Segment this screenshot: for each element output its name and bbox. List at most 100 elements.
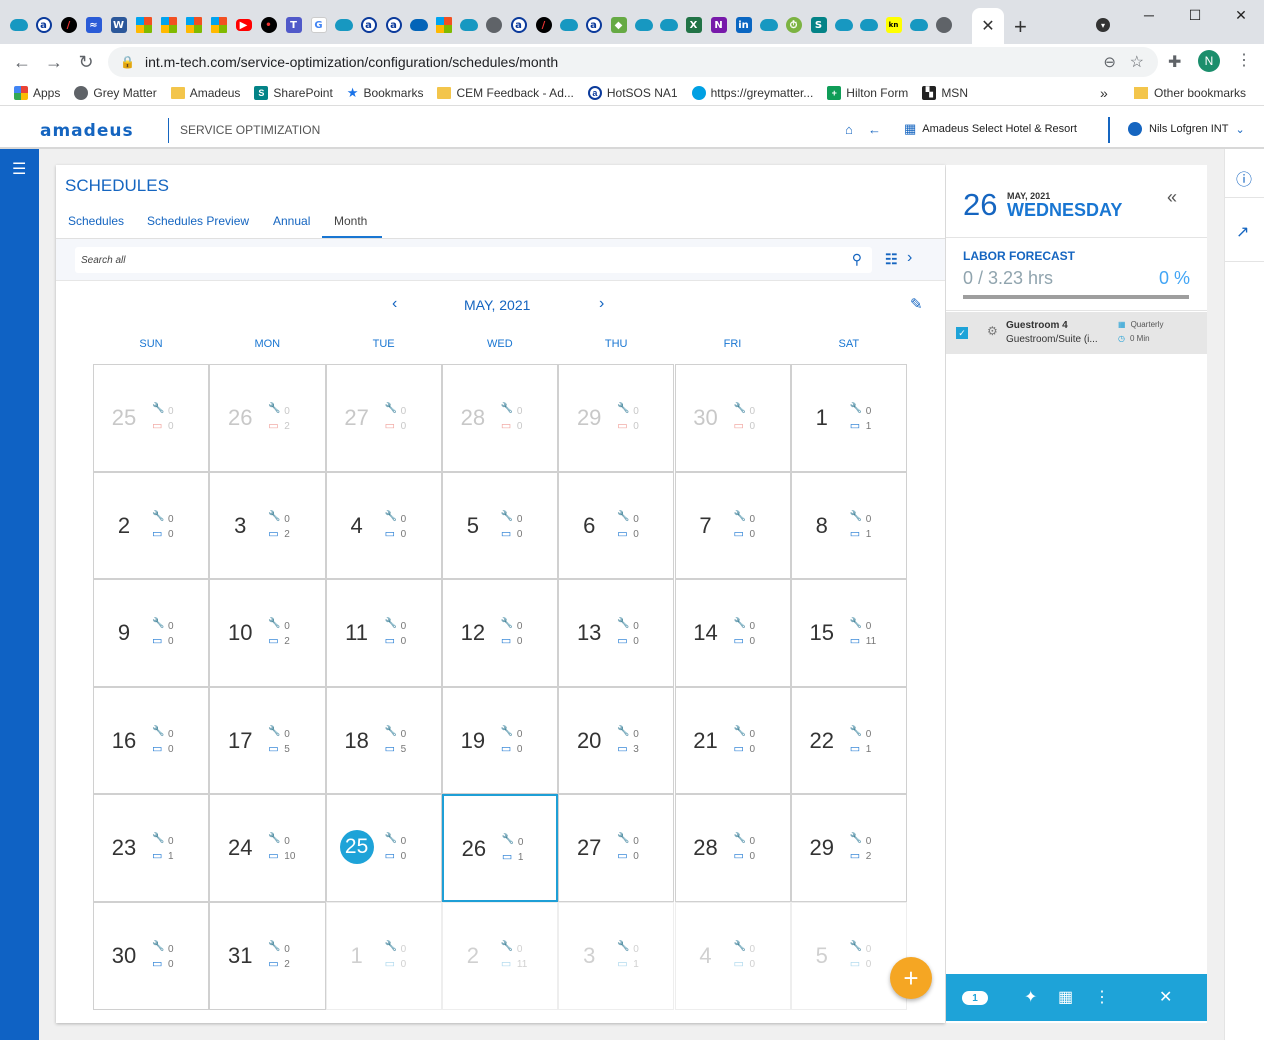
- minimize-button[interactable]: ─: [1126, 0, 1172, 30]
- chevron-right-icon[interactable]: ›: [907, 249, 912, 267]
- hotel-selector[interactable]: ▦ Amadeus Select Hotel & Resort: [904, 121, 1077, 137]
- calendar-day-cell[interactable]: 27 🔧 0 ▭ 0: [325, 364, 442, 472]
- calendar-day-cell[interactable]: 2 🔧 0 ▭ 0: [93, 471, 210, 580]
- calendar-day-cell[interactable]: 26 🔧 0 ▭ 2: [209, 364, 326, 472]
- tab-salesforce[interactable]: [631, 10, 656, 40]
- profile-avatar[interactable]: N: [1198, 50, 1220, 72]
- browser-menu-icon[interactable]: ⋮: [1236, 50, 1252, 70]
- calendar-day-cell[interactable]: 5 🔧 0 ▭ 0: [790, 902, 908, 1010]
- tab-salesforce[interactable]: [856, 10, 881, 40]
- tab-schedules-preview[interactable]: Schedules Preview: [147, 214, 249, 228]
- tab-salesforce[interactable]: [831, 10, 856, 40]
- bookmark-msn[interactable]: ▚ MSN: [922, 85, 968, 100]
- tab-microsoft[interactable]: [131, 10, 156, 40]
- calendar-day-cell[interactable]: 5 🔧 0 ▭ 0: [441, 471, 559, 580]
- tab-word[interactable]: W: [106, 10, 131, 40]
- close-icon[interactable]: ✕: [1159, 987, 1172, 1007]
- tab-salesforce[interactable]: [656, 10, 681, 40]
- calendar-day-cell[interactable]: 22 🔧 0 ▭ 1: [790, 686, 908, 795]
- tab-linkedin[interactable]: in: [731, 10, 756, 40]
- back-arrow-icon[interactable]: ←: [868, 122, 881, 137]
- tab-microsoft[interactable]: [181, 10, 206, 40]
- tab-month[interactable]: Month: [334, 214, 367, 228]
- tab-onenote[interactable]: N: [706, 10, 731, 40]
- tab-microsoft[interactable]: [156, 10, 181, 40]
- user-menu[interactable]: Nils Lofgren INT ⌄: [1128, 122, 1245, 136]
- chart-trend-icon[interactable]: ↗: [1236, 222, 1249, 242]
- collapse-panel-icon[interactable]: «: [1167, 187, 1177, 208]
- back-button[interactable]: ←: [6, 52, 38, 73]
- calendar-day-cell[interactable]: 9 🔧 0 ▭ 0: [93, 579, 210, 687]
- calendar-day-cell[interactable]: 11 🔧 0 ▭ 0: [325, 579, 442, 687]
- magic-wand-icon[interactable]: ✦: [1024, 987, 1037, 1007]
- tab-app[interactable]: •: [256, 10, 281, 40]
- calendar-day-cell[interactable]: 8 🔧 0 ▭ 1: [790, 471, 908, 580]
- previous-month-button[interactable]: ‹: [392, 295, 397, 313]
- search-icon[interactable]: ⚲: [852, 251, 862, 268]
- calendar-day-cell[interactable]: 29 🔧 0 ▭ 0: [558, 364, 675, 472]
- tab-onedrive[interactable]: [406, 10, 431, 40]
- calendar-day-cell[interactable]: 15 🔧 0 ▭ 11: [790, 579, 908, 687]
- calendar-day-cell[interactable]: 26 🔧 0 ▭ 1: [441, 794, 559, 902]
- tab-teams[interactable]: T: [281, 10, 306, 40]
- edit-pencil-icon[interactable]: ✎: [910, 295, 923, 313]
- tab-amadeus[interactable]: a: [506, 10, 531, 40]
- calendar-day-cell[interactable]: 17 🔧 0 ▭ 5: [209, 686, 326, 795]
- close-window-button[interactable]: ✕: [1218, 0, 1264, 30]
- calendar-day-cell[interactable]: 3 🔧 0 ▭ 1: [558, 902, 675, 1010]
- calendar-day-cell[interactable]: 16 🔧 0 ▭ 0: [93, 686, 210, 795]
- tab-globe[interactable]: [931, 10, 956, 40]
- calendar-day-cell[interactable]: 1 🔧 0 ▭ 1: [790, 364, 908, 472]
- tab-salesforce[interactable]: [906, 10, 931, 40]
- reload-button[interactable]: ↻: [70, 52, 102, 73]
- tab-app[interactable]: /: [531, 10, 556, 40]
- calendar-day-cell[interactable]: 10 🔧 0 ▭ 2: [209, 579, 326, 687]
- forward-button[interactable]: →: [38, 52, 70, 73]
- tab-app[interactable]: ≈: [81, 10, 106, 40]
- new-tab-button[interactable]: +: [1014, 14, 1027, 40]
- hamburger-menu-icon[interactable]: ☰: [12, 159, 26, 179]
- calendar-day-cell[interactable]: 12 🔧 0 ▭ 0: [441, 579, 559, 687]
- bookmark-cem-feedback[interactable]: CEM Feedback - Ad...: [437, 86, 574, 100]
- bookmark-hotsos[interactable]: a HotSOS NA1: [587, 85, 678, 100]
- calendar-day-cell[interactable]: 20 🔧 0 ▭ 3: [558, 686, 675, 795]
- tab-youtube[interactable]: ▶: [231, 10, 256, 40]
- calendar-icon[interactable]: ▦: [1058, 987, 1073, 1007]
- add-fab-button[interactable]: +: [890, 957, 932, 999]
- calendar-day-cell[interactable]: 4 🔧 0 ▭ 0: [674, 902, 791, 1010]
- calendar-day-cell[interactable]: 3 🔧 0 ▭ 2: [209, 471, 326, 580]
- calendar-day-cell[interactable]: 28 🔧 0 ▭ 0: [674, 794, 791, 902]
- tab-excel[interactable]: X: [681, 10, 706, 40]
- calendar-day-cell[interactable]: 13 🔧 0 ▭ 0: [558, 579, 675, 687]
- more-vertical-icon[interactable]: ⋮: [1094, 987, 1110, 1007]
- more-bookmarks-icon[interactable]: »: [1100, 85, 1108, 101]
- other-bookmarks[interactable]: Other bookmarks: [1134, 86, 1246, 100]
- tab-app[interactable]: kn: [881, 10, 906, 40]
- calendar-day-cell[interactable]: 19 🔧 0 ▭ 0: [441, 686, 559, 795]
- zoom-icon[interactable]: ⊖: [1103, 53, 1116, 71]
- bookmark-apps[interactable]: Apps: [14, 85, 60, 100]
- tab-salesforce[interactable]: [331, 10, 356, 40]
- calendar-day-cell[interactable]: 18 🔧 0 ▭ 5: [325, 686, 442, 795]
- tab-amadeus[interactable]: a: [356, 10, 381, 40]
- tab-timer[interactable]: ⏱: [781, 10, 806, 40]
- calendar-day-cell[interactable]: 27 🔧 0 ▭ 0: [558, 794, 675, 902]
- tab-salesforce[interactable]: [6, 10, 31, 40]
- calendar-day-cell[interactable]: 29 🔧 0 ▭ 2: [790, 794, 908, 902]
- address-bar[interactable]: 🔒 int.m-tech.com/service-optimization/co…: [108, 47, 1158, 77]
- tab-amadeus[interactable]: a: [581, 10, 606, 40]
- calendar-day-cell[interactable]: 4 🔧 0 ▭ 0: [325, 471, 442, 580]
- tab-app[interactable]: ◆: [606, 10, 631, 40]
- calendar-day-cell[interactable]: 30 🔧 0 ▭ 0: [674, 364, 791, 472]
- tab-microsoft[interactable]: [431, 10, 456, 40]
- calendar-day-cell[interactable]: 7 🔧 0 ▭ 0: [674, 471, 791, 580]
- calendar-day-cell[interactable]: 14 🔧 0 ▭ 0: [674, 579, 791, 687]
- calendar-day-cell[interactable]: 24 🔧 0 ▭ 10: [209, 794, 326, 902]
- tab-salesforce[interactable]: [756, 10, 781, 40]
- bookmark-hilton-form[interactable]: + Hilton Form: [827, 85, 908, 100]
- calendar-day-cell[interactable]: 30 🔧 0 ▭ 0: [93, 902, 210, 1010]
- tab-app[interactable]: /: [56, 10, 81, 40]
- bookmark-amadeus[interactable]: Amadeus: [170, 86, 240, 100]
- tab-salesforce[interactable]: [556, 10, 581, 40]
- calendar-day-cell[interactable]: 25 🔧 0 ▭ 0: [325, 794, 442, 902]
